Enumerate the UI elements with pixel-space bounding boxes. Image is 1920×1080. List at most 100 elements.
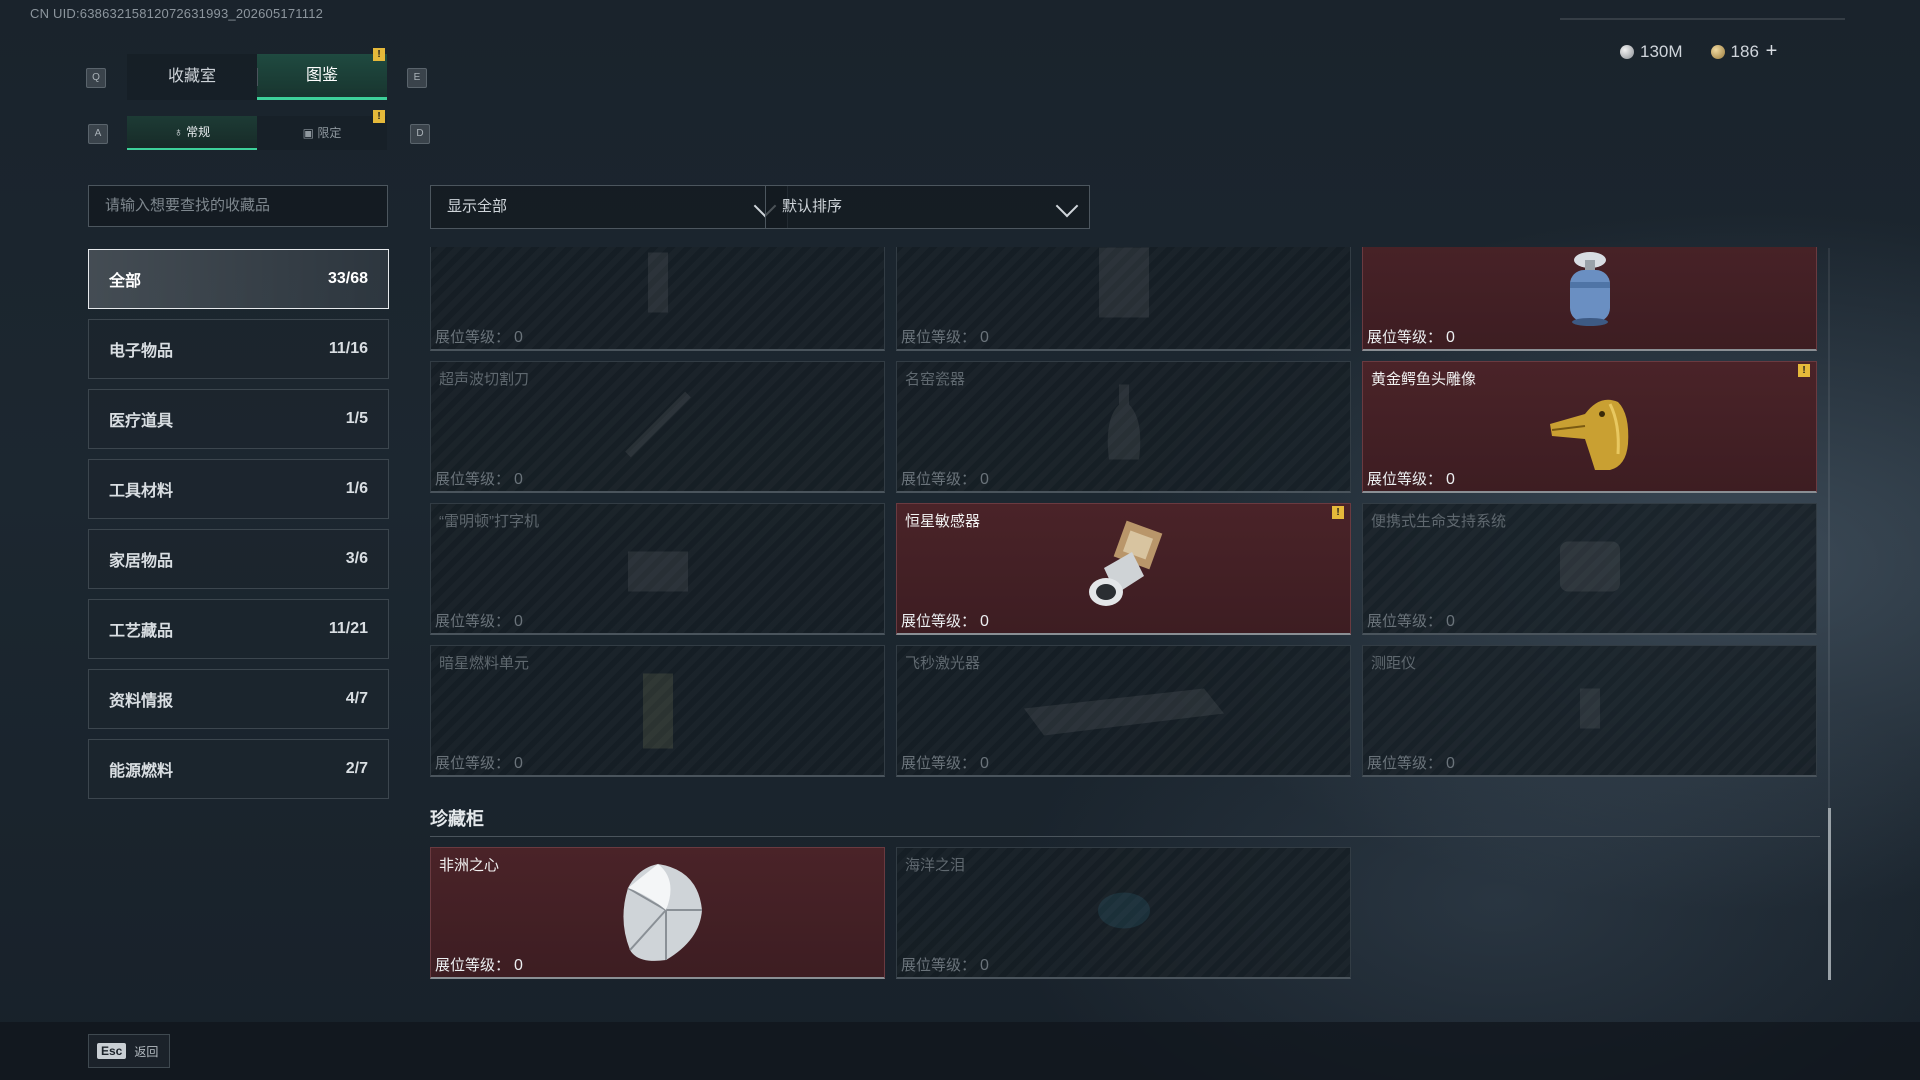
level-value: 0 bbox=[1446, 471, 1455, 488]
machine-icon bbox=[1089, 247, 1159, 327]
category-count: 4/7 bbox=[345, 690, 368, 707]
collection-card[interactable]: 测距仪 展位等级： 0 bbox=[1362, 645, 1817, 777]
card-name: 便携式生命支持系统 bbox=[1371, 513, 1507, 530]
tab-catalog[interactable]: 图鉴 bbox=[257, 54, 387, 100]
level-label: 展位等级： bbox=[1367, 613, 1443, 630]
category-all[interactable]: 全部 33/68 bbox=[88, 249, 389, 309]
sort-value: 默认排序 bbox=[782, 198, 843, 215]
collection-card[interactable]: 恒星敏感器 ! 展位等级： 0 bbox=[896, 503, 1351, 635]
collection-card[interactable]: 展位等级： 0 bbox=[896, 247, 1351, 351]
subtab-regular[interactable]: ♁ 常规 bbox=[127, 116, 257, 150]
card-level: 展位等级： 0 bbox=[1367, 326, 1455, 347]
level-value: 0 bbox=[1446, 329, 1455, 346]
treasure-card[interactable]: 非洲之心 展位等级： 0 bbox=[430, 847, 885, 979]
category-electronics[interactable]: 电子物品 11/16 bbox=[88, 319, 389, 379]
level-value: 0 bbox=[1446, 613, 1455, 630]
category-tools[interactable]: 工具材料 1/6 bbox=[88, 459, 389, 519]
show-filter-dropdown[interactable]: 显示全部 bbox=[430, 185, 788, 229]
card-level: 展位等级： 0 bbox=[901, 954, 989, 975]
sort-dropdown[interactable]: 默认排序 bbox=[765, 185, 1090, 229]
collection-card[interactable]: 飞秒激光器 展位等级： 0 bbox=[896, 645, 1351, 777]
card-level: 展位等级： 0 bbox=[901, 752, 989, 773]
key-hint-prev-sub: A bbox=[88, 124, 108, 144]
level-value: 0 bbox=[980, 755, 989, 772]
level-label: 展位等级： bbox=[1367, 471, 1443, 488]
regular-alert-icon: ! bbox=[373, 110, 385, 123]
silver-currency: 130M bbox=[1620, 42, 1683, 62]
category-energy[interactable]: 能源燃料 2/7 bbox=[88, 739, 389, 799]
level-value: 0 bbox=[514, 957, 523, 974]
level-value: 0 bbox=[980, 613, 989, 630]
category-label: 电子物品 bbox=[109, 343, 174, 360]
key-hint-next-tab: E bbox=[407, 68, 427, 88]
category-count: 11/21 bbox=[328, 620, 368, 637]
category-home[interactable]: 家居物品 3/6 bbox=[88, 529, 389, 589]
collection-card[interactable]: 黄金鳄鱼头雕像 ! 展位等级： 0 bbox=[1362, 361, 1817, 493]
card-level: 展位等级： 0 bbox=[435, 954, 523, 975]
back-label: 返回 bbox=[134, 1044, 159, 1059]
uid-label: CN UID:6386321581207263​1993_20260517111… bbox=[30, 6, 324, 21]
gas-canister-icon bbox=[1555, 247, 1625, 333]
bottom-bar bbox=[0, 1022, 1920, 1080]
category-medical[interactable]: 医疗道具 1/5 bbox=[88, 389, 389, 449]
level-label: 展位等级： bbox=[901, 755, 977, 772]
subtab-limited-label: 限定 bbox=[317, 126, 342, 140]
add-currency-button[interactable]: + bbox=[1766, 40, 1778, 62]
category-label: 家居物品 bbox=[109, 553, 174, 570]
category-label: 工具材料 bbox=[109, 483, 174, 500]
collection-card[interactable]: 名窑瓷器 展位等级： 0 bbox=[896, 361, 1351, 493]
card-name: 非洲之心 bbox=[439, 857, 500, 874]
tab-collection-room[interactable]: 收藏室 bbox=[127, 54, 257, 100]
show-filter-value: 显示全部 bbox=[447, 198, 508, 215]
card-level: 展位等级： 0 bbox=[435, 752, 523, 773]
back-button[interactable]: Esc 返回 bbox=[88, 1034, 170, 1068]
level-value: 0 bbox=[980, 471, 989, 488]
card-level: 展位等级： 0 bbox=[1367, 610, 1455, 631]
level-label: 展位等级： bbox=[901, 329, 977, 346]
collection-card[interactable]: “雷明顿”打字机 展位等级： 0 bbox=[430, 503, 885, 635]
subtab-limited[interactable]: ▣ 限定 bbox=[257, 116, 387, 150]
collection-card[interactable]: 展位等级： 0 bbox=[430, 247, 885, 351]
category-intel[interactable]: 资料情报 4/7 bbox=[88, 669, 389, 729]
level-value: 0 bbox=[1446, 755, 1455, 772]
card-level: 展位等级： 0 bbox=[1367, 468, 1455, 489]
gold-currency: 186 + bbox=[1710, 40, 1778, 63]
category-label: 全部 bbox=[109, 273, 142, 290]
key-hint-prev-tab: Q bbox=[86, 68, 106, 88]
search-input[interactable]: 请输入想要查找的收藏品 bbox=[88, 185, 388, 227]
vase-icon bbox=[1099, 379, 1149, 474]
card-name: 测距仪 bbox=[1371, 655, 1417, 672]
category-crafts[interactable]: 工艺藏品 11/21 bbox=[88, 599, 389, 659]
treasure-card[interactable]: 海洋之泪 展位等级： 0 bbox=[896, 847, 1351, 979]
level-value: 0 bbox=[514, 329, 523, 346]
level-label: 展位等级： bbox=[435, 471, 511, 488]
level-label: 展位等级： bbox=[435, 329, 511, 346]
collection-grid: 展位等级： 0 展位等级： 0 展位等级： 0 超声波切割刀 展位等级： 0 名窑瓷器 … bbox=[430, 247, 1820, 777]
category-count: 11/16 bbox=[328, 340, 368, 357]
main-tabs: 收藏室 图鉴 bbox=[127, 54, 387, 100]
card-level: 展位等级： 0 bbox=[435, 468, 523, 489]
card-level: 展位等级： 0 bbox=[435, 610, 523, 631]
category-count: 2/7 bbox=[345, 760, 368, 777]
card-name: “雷明顿”打字机 bbox=[439, 513, 539, 530]
knife-icon bbox=[618, 384, 698, 469]
scrollbar-thumb[interactable] bbox=[1828, 808, 1831, 980]
card-level: 展位等级： 0 bbox=[901, 610, 989, 631]
card-name: 名窑瓷器 bbox=[905, 371, 966, 388]
collection-card[interactable]: 便携式生命支持系统 展位等级： 0 bbox=[1362, 503, 1817, 635]
level-label: 展位等级： bbox=[435, 613, 511, 630]
star-sensor-icon bbox=[1074, 518, 1174, 623]
category-count: 1/5 bbox=[345, 410, 368, 427]
laser-icon bbox=[1014, 673, 1234, 748]
collection-card[interactable]: 超声波切割刀 展位等级： 0 bbox=[430, 361, 885, 493]
section-title: 珍藏柜 bbox=[430, 809, 484, 829]
chevron-down-icon bbox=[1055, 194, 1079, 218]
level-label: 展位等级： bbox=[1367, 755, 1443, 772]
collection-card[interactable]: 展位等级： 0 bbox=[1362, 247, 1817, 351]
level-value: 0 bbox=[514, 613, 523, 630]
silver-amount: 130M bbox=[1640, 41, 1683, 61]
card-name: 飞秒激光器 bbox=[905, 655, 981, 672]
collection-card[interactable]: 暗星燃料单元 展位等级： 0 bbox=[430, 645, 885, 777]
level-label: 展位等级： bbox=[901, 957, 977, 974]
level-value: 0 bbox=[980, 329, 989, 346]
